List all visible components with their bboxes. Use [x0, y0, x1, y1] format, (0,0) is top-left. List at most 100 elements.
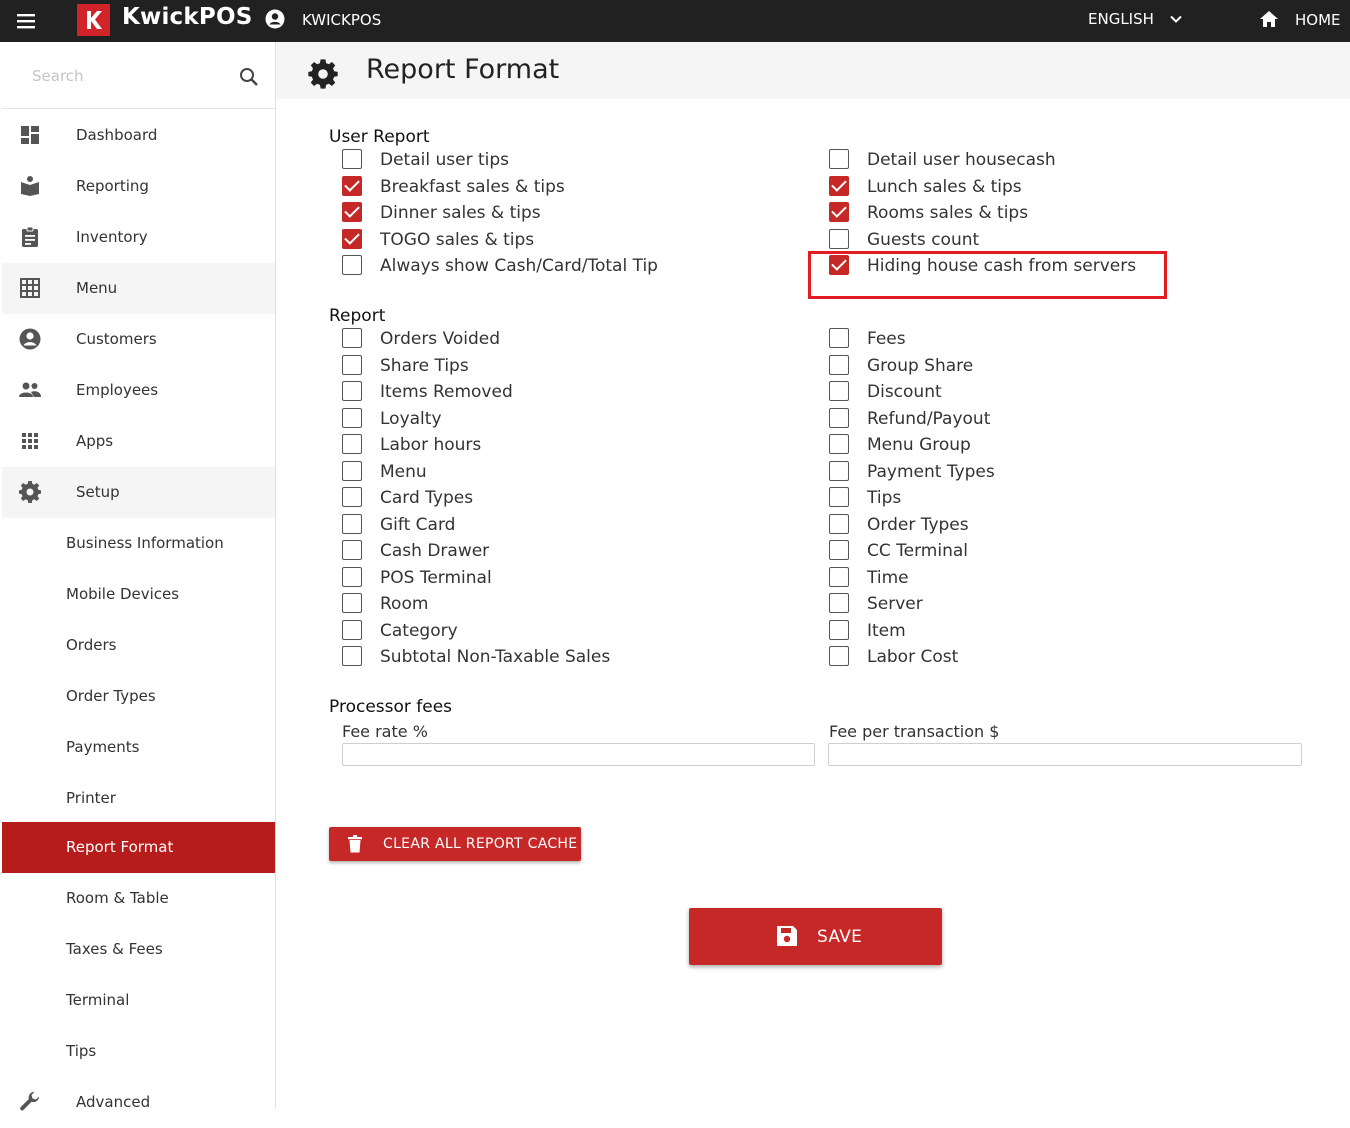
checkbox-label: Room	[380, 594, 429, 614]
checkbox-label: Refund/Payout	[867, 408, 991, 429]
checkbox-unchecked-icon[interactable]	[829, 228, 849, 249]
checkbox-unchecked-icon[interactable]	[342, 619, 362, 640]
checkbox-checked-icon[interactable]	[829, 175, 849, 196]
checkbox-unchecked-icon[interactable]	[829, 381, 849, 401]
checkbox-unchecked-icon[interactable]	[829, 513, 849, 534]
sidebar-item-label: Menu	[76, 279, 118, 297]
sidebar-item-menu[interactable]: Menu	[2, 263, 275, 314]
checkbox-unchecked-icon[interactable]	[342, 434, 362, 454]
sidebar-subitem-tips[interactable]: Tips	[2, 1026, 275, 1077]
checkbox-label: Detail user housecash	[867, 150, 1056, 170]
checkbox-unchecked-icon[interactable]	[342, 646, 362, 666]
account-icon	[18, 327, 42, 351]
checkbox-unchecked-icon[interactable]	[829, 593, 849, 613]
wrench-icon	[18, 1090, 42, 1114]
checkbox-unchecked-icon[interactable]	[342, 460, 362, 481]
language-selector[interactable]: ENGLISH	[1088, 10, 1154, 28]
sidebar-subitem-mobile-devices[interactable]: Mobile Devices	[2, 569, 275, 620]
sidebar-subitem-terminal[interactable]: Terminal	[2, 975, 275, 1026]
sidebar-item-employees[interactable]: Employees	[2, 365, 275, 416]
checkbox-unchecked-icon[interactable]	[342, 487, 362, 507]
account-circle-icon[interactable]	[265, 9, 285, 33]
checkbox-unchecked-icon[interactable]	[829, 354, 849, 375]
sidebar-subitem-payments[interactable]: Payments	[2, 722, 275, 773]
save-button[interactable]: SAVE	[689, 908, 942, 965]
sidebar-item-label: Dashboard	[76, 126, 158, 144]
checkbox-unchecked-icon[interactable]	[829, 328, 849, 348]
sidebar-item-dashboard[interactable]: Dashboard	[2, 110, 275, 161]
checkbox-label: Loyalty	[380, 408, 442, 429]
checkbox-checked-icon[interactable]	[829, 202, 849, 222]
sidebar-item-reporting[interactable]: Reporting	[2, 161, 275, 212]
checkbox-unchecked-icon[interactable]	[342, 255, 362, 275]
clear-cache-label: CLEAR ALL REPORT CACHE	[383, 836, 578, 852]
user-report-heading: User Report	[329, 127, 430, 147]
sidebar-item-apps[interactable]: Apps	[2, 416, 275, 467]
checkbox-unchecked-icon[interactable]	[342, 540, 362, 560]
checkbox-unchecked-icon[interactable]	[829, 434, 849, 454]
account-name[interactable]: KWICKPOS	[302, 11, 381, 29]
checkbox-unchecked-icon[interactable]	[829, 487, 849, 507]
sidebar-item-advanced[interactable]: Advanced	[2, 1077, 275, 1128]
checkbox-unchecked-icon[interactable]	[829, 540, 849, 560]
checkbox-unchecked-icon[interactable]	[342, 328, 362, 348]
fee-rate-label: Fee rate %	[342, 722, 428, 741]
checkbox-label: POS Terminal	[380, 567, 492, 588]
chevron-down-icon[interactable]	[1168, 11, 1184, 31]
checkbox-label: Card Types	[380, 488, 474, 508]
checkbox-unchecked-icon[interactable]	[829, 646, 849, 666]
checkbox-unchecked-icon[interactable]	[829, 460, 849, 481]
sidebar-subitem-order-types[interactable]: Order Types	[2, 671, 275, 722]
hamburger-menu-icon[interactable]	[16, 11, 38, 31]
checkbox-unchecked-icon[interactable]	[829, 407, 849, 428]
checkbox-label: Group Share	[867, 355, 974, 376]
sidebar-item-setup[interactable]: Setup	[2, 467, 275, 518]
fee-rate-input[interactable]	[342, 743, 815, 766]
checkbox-unchecked-icon[interactable]	[342, 513, 362, 534]
fee-per-transaction-input[interactable]	[828, 743, 1302, 766]
brand-name[interactable]: KwickPOS	[122, 4, 252, 30]
checkbox-label: Labor Cost	[867, 647, 959, 667]
sidebar-subitem-orders[interactable]: Orders	[2, 620, 275, 671]
home-link[interactable]: HOME	[1295, 11, 1341, 29]
checkbox-unchecked-icon[interactable]	[342, 149, 362, 169]
checkbox-unchecked-icon[interactable]	[829, 149, 849, 169]
sidebar-subitem-room-table[interactable]: Room & Table	[2, 873, 275, 924]
sidebar-item-customers[interactable]: Customers	[2, 314, 275, 365]
search-icon[interactable]	[238, 66, 260, 92]
checkbox-unchecked-icon[interactable]	[342, 407, 362, 428]
checkbox-unchecked-icon[interactable]	[829, 619, 849, 640]
reporting-icon	[18, 174, 42, 198]
checkbox-label: Category	[380, 620, 458, 641]
sidebar-item-label: Customers	[76, 330, 157, 348]
sidebar-item-label: Room & Table	[66, 889, 169, 907]
checkbox-unchecked-icon[interactable]	[342, 593, 362, 613]
sidebar-subitem-business-information[interactable]: Business Information	[2, 518, 275, 569]
checkbox-checked-icon[interactable]	[342, 228, 362, 249]
checkbox-checked-icon[interactable]	[342, 175, 362, 196]
checkbox-unchecked-icon[interactable]	[342, 354, 362, 375]
people-icon	[18, 378, 42, 402]
checkbox-unchecked-icon[interactable]	[342, 381, 362, 401]
checkbox-label: TOGO sales & tips	[380, 229, 535, 250]
checkbox-unchecked-icon[interactable]	[829, 566, 849, 587]
home-icon[interactable]	[1258, 9, 1280, 33]
checkbox-label: Always show Cash/Card/Total Tip	[380, 256, 658, 276]
sidebar-item-label: Report Format	[66, 838, 174, 856]
checkbox-unchecked-icon[interactable]	[342, 566, 362, 587]
checkbox-label: Subtotal Non-Taxable Sales	[380, 647, 611, 667]
kwickpos-logo-icon[interactable]	[77, 4, 110, 36]
clear-all-report-cache-button[interactable]: CLEAR ALL REPORT CACHE	[329, 827, 581, 861]
checkbox-label: Tips	[867, 488, 902, 508]
gear-icon	[307, 58, 339, 94]
report-heading: Report	[329, 306, 386, 326]
sidebar-subitem-printer[interactable]: Printer	[2, 773, 275, 824]
floppy-disk-icon	[776, 925, 798, 951]
sidebar-item-label: Payments	[66, 738, 140, 756]
sidebar-item-inventory[interactable]: Inventory	[2, 212, 275, 263]
checkbox-checked-icon[interactable]	[342, 202, 362, 222]
search-input[interactable]	[30, 66, 224, 86]
sidebar-subitem-report-format[interactable]: Report Format	[2, 822, 275, 873]
top-app-bar: KwickPOS KWICKPOS ENGLISH HOME	[0, 0, 1350, 42]
sidebar-subitem-taxes-fees[interactable]: Taxes & Fees	[2, 924, 275, 975]
